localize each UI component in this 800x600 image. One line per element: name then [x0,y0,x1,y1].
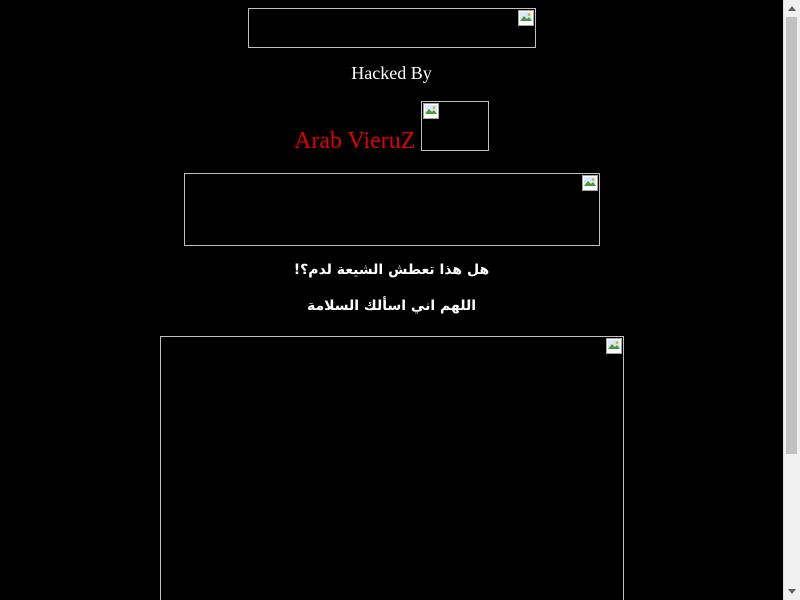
broken-image-icon [582,175,598,191]
broken-image-icon [518,10,534,26]
arrow-up-icon [788,6,796,11]
arabic-prayer-text: اللهم اني اسألك السلامة [306,298,477,314]
defaced-page: Hacked By Arab VieruZ هل هذا تعطش الشيعة… [0,0,783,600]
hacked-by-text: Hacked By [351,63,432,83]
vertical-scrollbar[interactable] [783,0,800,600]
middle-image [184,173,600,246]
broken-image-icon [423,103,439,119]
scroll-thumb[interactable] [786,17,797,454]
scroll-down-button[interactable] [784,583,800,600]
banner-image [248,8,536,48]
author-name: Arab VieruZ [294,128,416,154]
author-image [421,101,489,151]
main-image [160,336,624,600]
scroll-up-button[interactable] [784,0,800,17]
arrow-down-icon [788,589,796,594]
broken-image-icon [606,338,622,354]
arabic-question-text: هل هذا تعطش الشيعة لدم؟! [293,262,490,278]
